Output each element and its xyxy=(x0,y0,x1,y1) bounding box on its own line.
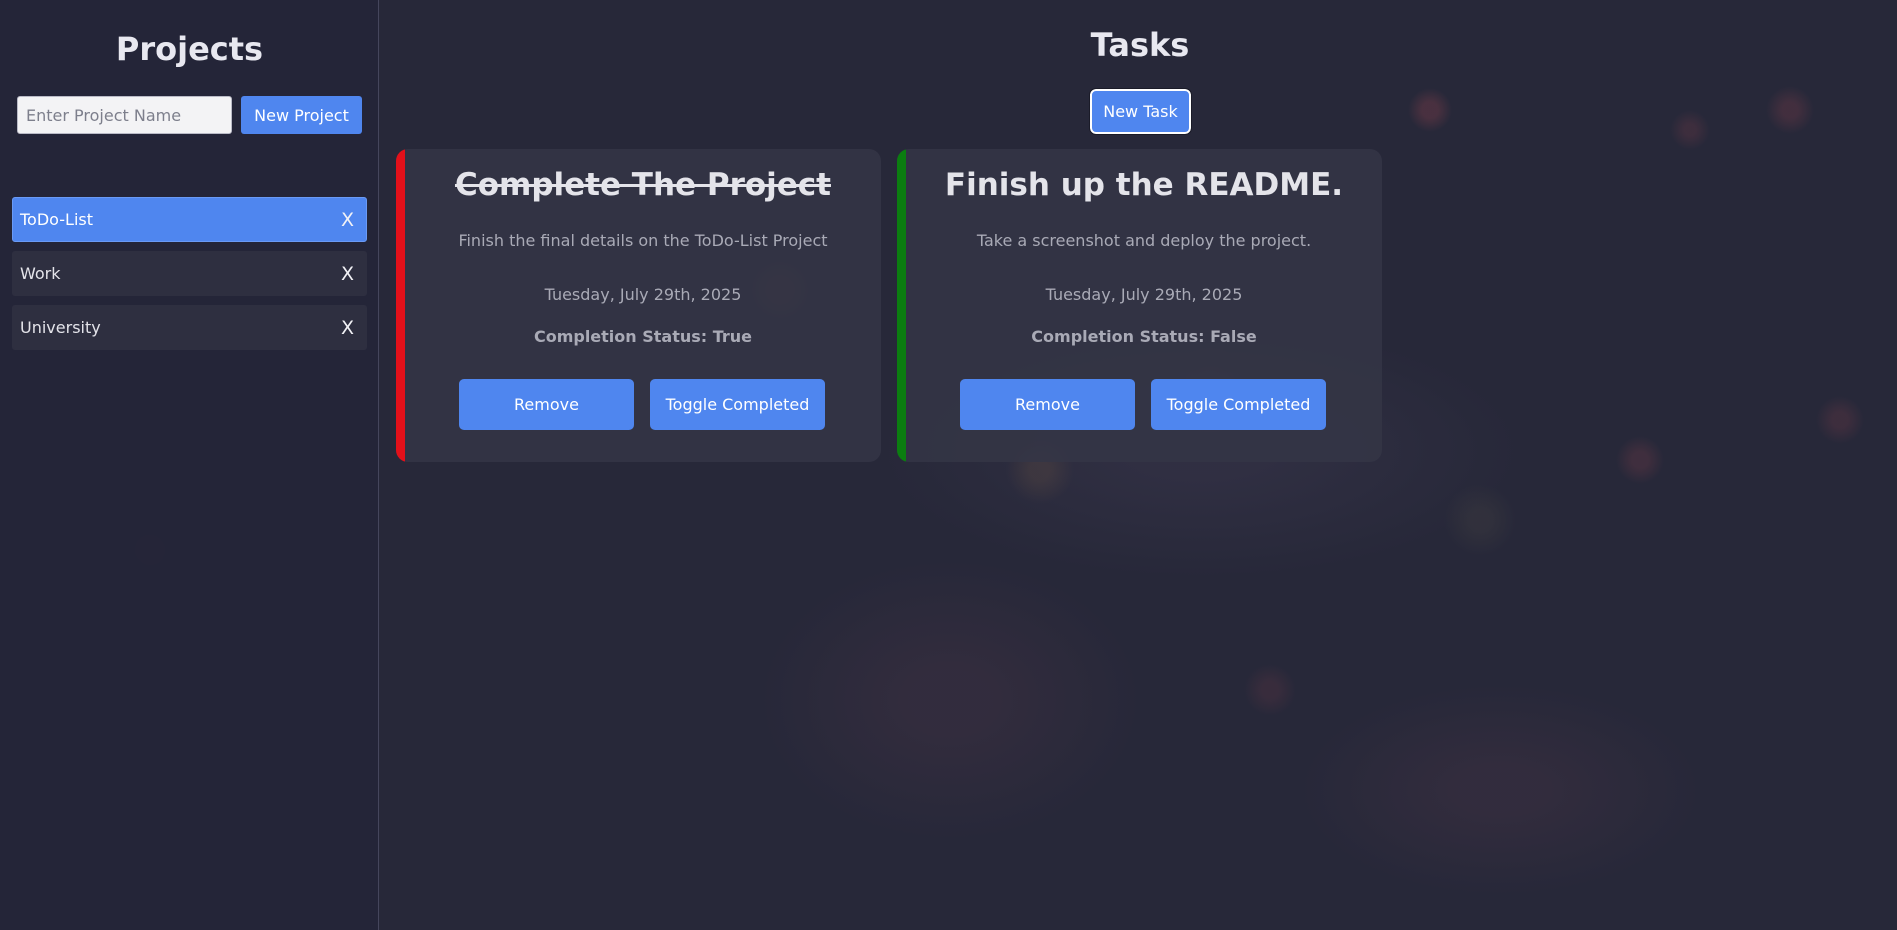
task-completion-status: Completion Status: True xyxy=(533,327,753,346)
project-item-todo-list[interactable]: ToDo-List X xyxy=(12,197,367,242)
remove-task-button[interactable]: Remove xyxy=(960,379,1135,430)
tasks-title: Tasks xyxy=(1090,26,1190,64)
task-card: Finish up the README. Take a screenshot … xyxy=(897,149,1382,462)
task-title: Finish up the README. xyxy=(944,167,1344,203)
task-status-bar xyxy=(396,149,405,462)
task-date: Tuesday, July 29th, 2025 xyxy=(1045,285,1243,304)
project-item-work[interactable]: Work X xyxy=(12,251,367,296)
close-icon[interactable]: X xyxy=(341,209,354,231)
task-card: Complete The Project Finish the final de… xyxy=(396,149,881,462)
project-item-university[interactable]: University X xyxy=(12,305,367,350)
toggle-completed-button[interactable]: Toggle Completed xyxy=(1151,379,1326,430)
new-project-button[interactable]: New Project xyxy=(241,96,362,134)
task-title: Complete The Project xyxy=(454,167,831,203)
project-list: ToDo-List X Work X University X xyxy=(12,197,367,359)
projects-title: Projects xyxy=(115,30,264,68)
task-description: Take a screenshot and deploy the project… xyxy=(976,231,1312,250)
task-date: Tuesday, July 29th, 2025 xyxy=(544,285,742,304)
project-item-label: ToDo-List xyxy=(20,210,93,229)
task-description: Finish the final details on the ToDo-Lis… xyxy=(458,231,828,250)
new-task-button[interactable]: New Task xyxy=(1089,88,1192,135)
task-completion-status: Completion Status: False xyxy=(1031,327,1257,346)
remove-task-button[interactable]: Remove xyxy=(459,379,634,430)
project-item-label: Work xyxy=(20,264,61,283)
project-item-label: University xyxy=(20,318,101,337)
close-icon[interactable]: X xyxy=(341,263,354,285)
project-name-input[interactable] xyxy=(17,96,232,134)
toggle-completed-button[interactable]: Toggle Completed xyxy=(650,379,825,430)
close-icon[interactable]: X xyxy=(341,317,354,339)
projects-sidebar: Projects New Project ToDo-List X Work X … xyxy=(0,0,379,930)
task-status-bar xyxy=(897,149,906,462)
